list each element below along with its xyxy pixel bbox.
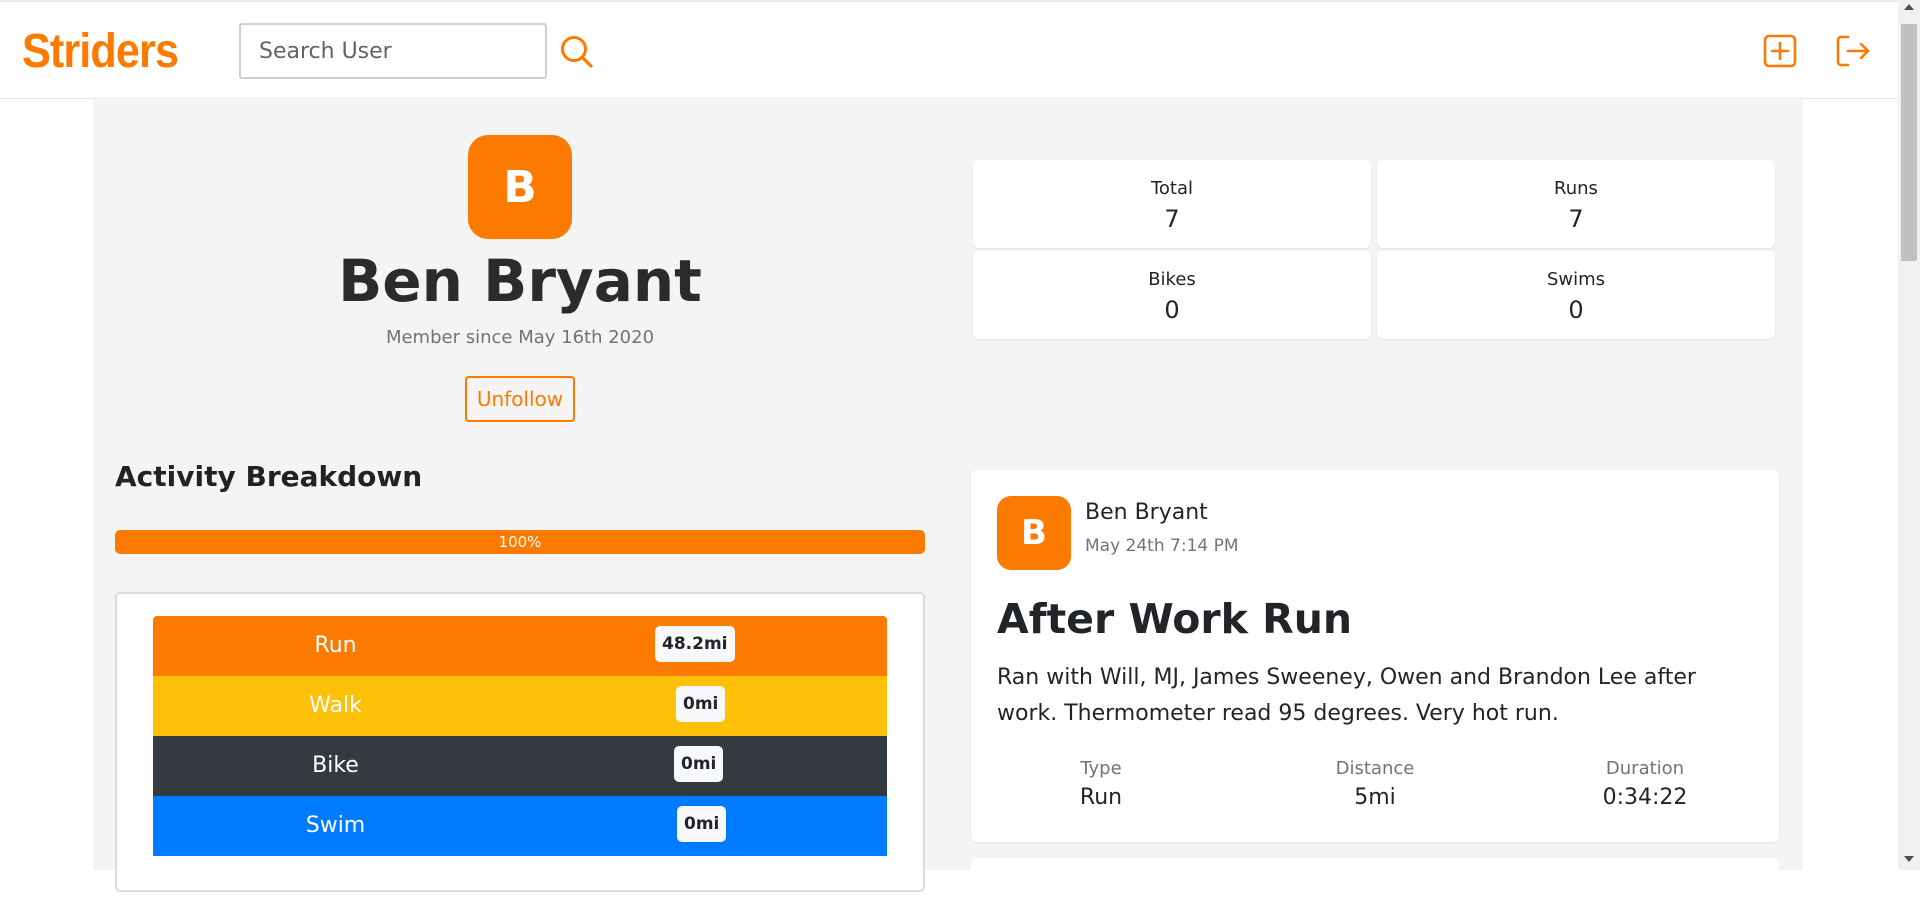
stat-total: Total 7	[973, 160, 1371, 248]
top-navbar: Striders	[0, 0, 1898, 99]
page-scrollbar[interactable]	[1898, 0, 1920, 870]
activity-progress-bar: 100%	[115, 530, 925, 554]
stat-swims: Swims 0	[1377, 251, 1775, 339]
post-stat-duration: Duration 0:34:22	[1545, 758, 1745, 810]
distance-badge: 0mi	[676, 686, 726, 722]
activity-post-card: B Ben Bryant May 24th 7:14 PM After Work…	[971, 470, 1779, 842]
profile-avatar: B	[468, 135, 572, 239]
progress-fill: 100%	[115, 530, 925, 554]
scroll-down-arrow-icon[interactable]	[1904, 856, 1914, 862]
post-stat-distance: Distance 5mi	[1275, 758, 1475, 810]
distance-badge: 48.2mi	[655, 626, 735, 662]
activity-breakdown-title: Activity Breakdown	[115, 460, 423, 493]
activity-row-swim: Swim 0mi	[153, 796, 887, 856]
activity-row-bike: Bike 0mi	[153, 736, 887, 796]
scrollbar-thumb[interactable]	[1901, 24, 1917, 261]
activity-label: Run	[314, 633, 357, 658]
stat-runs: Runs 7	[1377, 160, 1775, 248]
activity-label: Walk	[309, 693, 362, 718]
stat-label: Total	[1150, 178, 1194, 199]
post-stat-value: Run	[1079, 785, 1123, 810]
activity-label: Swim	[305, 813, 366, 838]
stat-value: 0	[1164, 296, 1180, 324]
scroll-up-arrow-icon[interactable]	[1904, 4, 1914, 10]
stat-label: Swims	[1546, 269, 1606, 290]
brand-logo[interactable]: Striders	[22, 24, 179, 80]
activity-row-run: Run 48.2mi	[153, 616, 887, 676]
profile-name: Ben Bryant	[338, 247, 702, 315]
stats-grid: Total 7 Runs 7 Bikes 0 Swims 0	[973, 160, 1779, 342]
search-icon[interactable]	[558, 33, 596, 71]
post-stat-value: 5mi	[1354, 785, 1396, 810]
stat-label: Runs	[1554, 178, 1598, 199]
distance-badge: 0mi	[677, 806, 727, 842]
unfollow-button[interactable]: Unfollow	[465, 376, 575, 422]
stat-bikes: Bikes 0	[973, 251, 1371, 339]
post-stat-label: Type	[1080, 758, 1122, 779]
post-stat-type: Type Run	[1001, 758, 1201, 810]
stat-label: Bikes	[1148, 269, 1196, 290]
activity-breakdown-list: Run 48.2mi Walk 0mi Bike 0mi Swim 0mi	[115, 592, 925, 892]
next-post-card	[971, 858, 1779, 898]
post-description: Ran with Will, MJ, James Sweeney, Owen a…	[997, 665, 1696, 726]
stat-value: 0	[1568, 296, 1584, 324]
stat-value: 7	[1568, 205, 1584, 233]
add-activity-icon[interactable]	[1763, 34, 1797, 68]
distance-badge: 0mi	[674, 746, 724, 782]
post-date: May 24th 7:14 PM	[1085, 536, 1239, 556]
post-author-name[interactable]: Ben Bryant	[1085, 500, 1208, 525]
post-stat-label: Duration	[1605, 758, 1685, 779]
activity-label: Bike	[312, 753, 359, 778]
stat-value: 7	[1164, 205, 1180, 233]
post-author-avatar[interactable]: B	[997, 496, 1071, 570]
post-stat-value: 0:34:22	[1602, 785, 1688, 810]
search-user-input[interactable]	[239, 23, 547, 79]
profile-main-content: B Ben Bryant Member since May 16th 2020 …	[93, 100, 1803, 898]
logout-icon[interactable]	[1835, 34, 1871, 68]
activity-row-walk: Walk 0mi	[153, 676, 887, 736]
post-title: After Work Run	[997, 595, 1353, 643]
post-stat-label: Distance	[1335, 758, 1415, 779]
member-since-text: Member since May 16th 2020	[385, 327, 655, 348]
